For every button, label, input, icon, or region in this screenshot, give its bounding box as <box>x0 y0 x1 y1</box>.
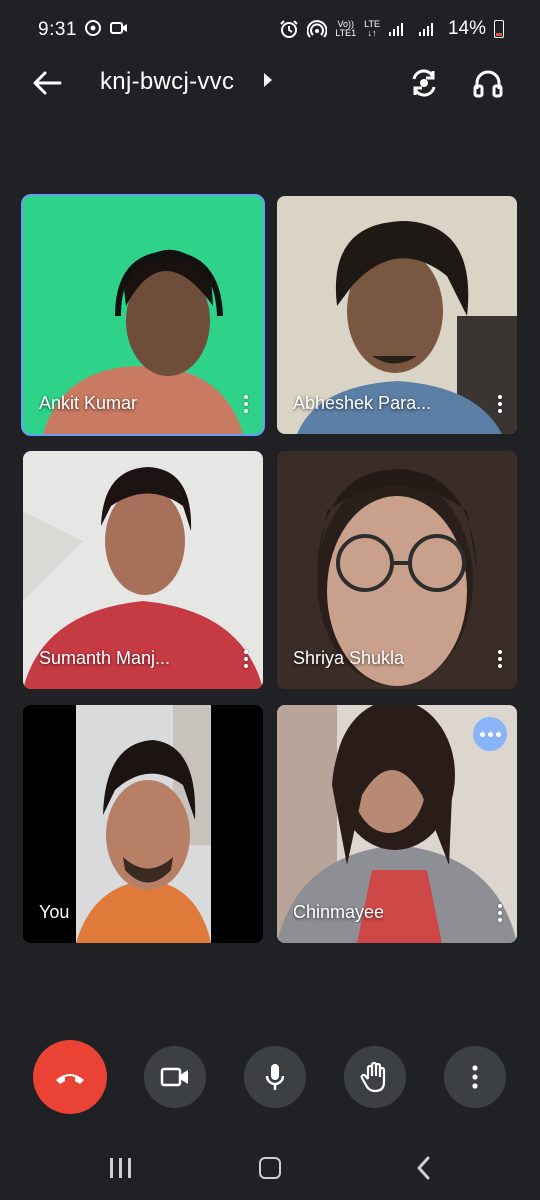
meeting-code-title[interactable]: knj-bwcj-vvc <box>100 68 234 96</box>
alarm-icon <box>280 20 298 38</box>
microphone-icon <box>265 1064 285 1090</box>
participant-name: Abheshek Para... <box>293 393 432 413</box>
lte-indicator: LTE ↓↑ <box>364 19 380 38</box>
recent-apps-icon[interactable] <box>110 1158 132 1178</box>
camera-toggle-button[interactable] <box>144 1046 206 1108</box>
speaking-indicator-icon <box>473 717 507 751</box>
participant-name: Shriya Shukla <box>293 648 405 668</box>
more-options-button[interactable] <box>444 1046 506 1108</box>
end-call-icon <box>56 1074 84 1084</box>
participant-tile[interactable]: Shriya Shukla <box>277 451 517 689</box>
video-recording-icon <box>110 22 127 34</box>
more-vert-icon <box>472 1065 478 1089</box>
raise-hand-icon <box>360 1061 386 1093</box>
whatsapp-icon <box>85 20 101 36</box>
battery-icon <box>494 20 504 38</box>
volte-indicator: Vo)) LTE1 <box>335 19 357 38</box>
participant-name: You <box>39 902 70 922</box>
signal-icon <box>388 23 403 36</box>
participant-tile[interactable]: Sumanth Manj... <box>23 451 263 689</box>
more-vert-icon[interactable] <box>495 392 505 416</box>
more-vert-icon[interactable] <box>241 647 251 671</box>
participant-name: Chinmayee <box>293 902 385 922</box>
more-vert-icon[interactable] <box>495 901 505 925</box>
caret-right-icon[interactable] <box>264 73 272 87</box>
signal-icon <box>418 23 433 36</box>
hotspot-icon <box>307 20 328 38</box>
back-icon[interactable] <box>414 1156 434 1180</box>
battery-percent: 14% <box>447 18 486 39</box>
participant-tile[interactable]: Abheshek Para... <box>277 196 517 434</box>
home-icon[interactable] <box>259 1157 281 1179</box>
system-nav-bar <box>0 1130 540 1200</box>
back-arrow-icon[interactable] <box>30 68 64 98</box>
switch-camera-icon[interactable] <box>406 65 442 101</box>
raise-hand-button[interactable] <box>344 1046 406 1108</box>
more-vert-icon[interactable] <box>495 647 505 671</box>
status-time: 9:31 <box>38 19 77 40</box>
participant-name: Ankit Kumar <box>39 393 138 413</box>
camera-icon <box>160 1067 188 1087</box>
participant-tile[interactable]: Chinmayee <box>277 705 517 943</box>
meeting-header: knj-bwcj-vvc <box>0 50 540 114</box>
participant-tile-self[interactable]: You <box>23 705 263 943</box>
headphones-icon[interactable] <box>470 65 506 101</box>
call-controls <box>0 1040 540 1120</box>
end-call-button[interactable] <box>33 1040 107 1114</box>
participant-name: Sumanth Manj... <box>39 648 171 668</box>
microphone-toggle-button[interactable] <box>244 1046 306 1108</box>
participant-tile[interactable]: Ankit Kumar <box>21 194 265 436</box>
more-vert-icon[interactable] <box>241 392 251 416</box>
